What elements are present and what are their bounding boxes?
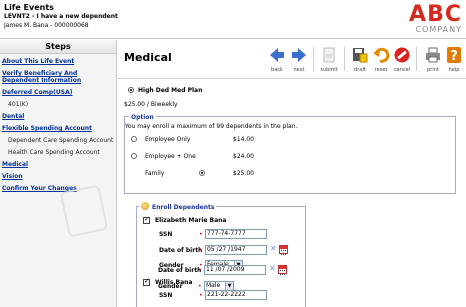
option-legend: Option	[129, 114, 156, 121]
submit-doc-icon	[323, 47, 335, 63]
main-divider	[118, 78, 466, 79]
action-toolbar: back next submit draft reset cancel prin…	[266, 45, 466, 75]
option-group: Option You may enroll a maximum of 99 de…	[124, 114, 456, 194]
step-verify-beneficiary[interactable]: Verify Beneficiary And Dependent Informa…	[2, 70, 116, 84]
plan-radio[interactable]	[128, 87, 134, 93]
option-price: $24.00	[233, 153, 254, 160]
printer-icon	[426, 47, 440, 63]
calendar-icon[interactable]	[278, 265, 287, 275]
draft-save-icon	[353, 48, 368, 63]
back-label: back	[271, 67, 283, 73]
submit-button[interactable]: submit	[318, 45, 340, 75]
chevron-down-icon: ▼	[225, 282, 233, 290]
reset-label: reset	[374, 67, 388, 73]
page-header: Life Events LEVNT2 - I have a new depend…	[0, 0, 466, 41]
option-price: $14.00	[233, 136, 254, 143]
help-button[interactable]: ? help	[443, 45, 465, 75]
step-health-care: Health Care Spending Account	[8, 149, 100, 156]
toolbar-separator	[313, 47, 314, 71]
print-button[interactable]: print	[422, 45, 444, 75]
cancel-icon	[394, 47, 410, 63]
draft-button[interactable]: draft	[349, 45, 371, 75]
help-icon: ?	[447, 47, 461, 64]
steps-sidebar: Steps About This Life Event Verify Benef…	[0, 40, 117, 307]
print-label: print	[427, 67, 439, 73]
step-medical[interactable]: Medical	[2, 161, 116, 168]
clear-date-icon[interactable]: ✕	[269, 264, 276, 273]
back-button[interactable]: back	[266, 45, 288, 75]
plan-option[interactable]: High Ded Med Plan	[128, 86, 202, 94]
option-row-family[interactable]: Family $25.00	[131, 169, 254, 177]
submit-label: submit	[320, 67, 338, 73]
required-marker: •	[198, 283, 202, 290]
next-label: next	[293, 67, 305, 73]
option-name: Employee + One	[145, 153, 196, 160]
step-deferred-comp[interactable]: Deferred Comp(USA)	[2, 89, 116, 96]
dob-input[interactable]: 11 /07 /2009	[204, 265, 266, 275]
back-arrow-icon	[270, 48, 284, 62]
plan-name: High Ded Med Plan	[138, 87, 203, 94]
draft-label: draft	[354, 67, 366, 73]
gender-label: Gender	[158, 283, 183, 290]
next-arrow-icon	[292, 48, 306, 62]
option-row-employee-plus-one[interactable]: Employee + One $24.00	[131, 152, 254, 160]
dob-label: Date of birth	[158, 267, 202, 274]
step-dental[interactable]: Dental	[2, 113, 116, 120]
company-logo: ABC COMPANY	[392, 2, 462, 38]
step-dependent-care: Dependent Care Spending Account	[8, 137, 114, 144]
cancel-label: cancel	[393, 67, 411, 73]
steps-heading: Steps	[0, 40, 116, 54]
cancel-button[interactable]: cancel	[391, 45, 413, 75]
toolbar-separator	[344, 47, 345, 71]
page-title: Life Events	[4, 3, 54, 12]
logo-subtext: COMPANY	[415, 25, 462, 34]
reset-undo-icon	[373, 47, 390, 63]
option-name: Family	[145, 170, 165, 177]
step-vision[interactable]: Vision	[2, 173, 116, 180]
document-watermark-icon	[59, 184, 109, 238]
header-divider	[0, 38, 466, 39]
option-radio[interactable]	[131, 136, 137, 142]
dependent-two-extra: Date of birth • 11 /07 /2009 ✕ Gender • …	[136, 206, 306, 307]
next-button[interactable]: next	[288, 45, 310, 75]
svg-text:?: ?	[450, 49, 458, 64]
step-flexible-spending[interactable]: Flexible Spending Account	[2, 125, 116, 132]
toolbar-separator	[416, 47, 417, 71]
option-name: Employee Only	[145, 136, 191, 143]
help-label: help	[448, 67, 460, 73]
option-row-employee-only[interactable]: Employee Only $14.00	[131, 135, 254, 143]
section-title: Medical	[124, 51, 172, 64]
option-radio-selected[interactable]	[199, 170, 205, 176]
step-about-this-life-event[interactable]: About This Life Event	[2, 58, 116, 65]
required-marker: •	[198, 267, 202, 274]
employee-name: James M. Bana - 000000068	[4, 22, 89, 29]
steps-list: About This Life Event Verify Beneficiary…	[0, 54, 116, 192]
event-subtitle: LEVNT2 - I have a new dependent	[4, 13, 118, 20]
plan-cost: $25.00 / Biweekly	[124, 101, 178, 108]
option-radio[interactable]	[131, 153, 137, 159]
reset-button[interactable]: reset	[370, 45, 392, 75]
option-price: $25.00	[233, 170, 254, 177]
gender-value: Male	[206, 282, 221, 289]
option-note: You may enroll a maximum of 99 dependent…	[125, 123, 298, 130]
step-401k: 401(K)	[8, 101, 29, 108]
gender-select[interactable]: Male ▼	[204, 281, 234, 291]
logo-text: ABC	[409, 2, 462, 27]
